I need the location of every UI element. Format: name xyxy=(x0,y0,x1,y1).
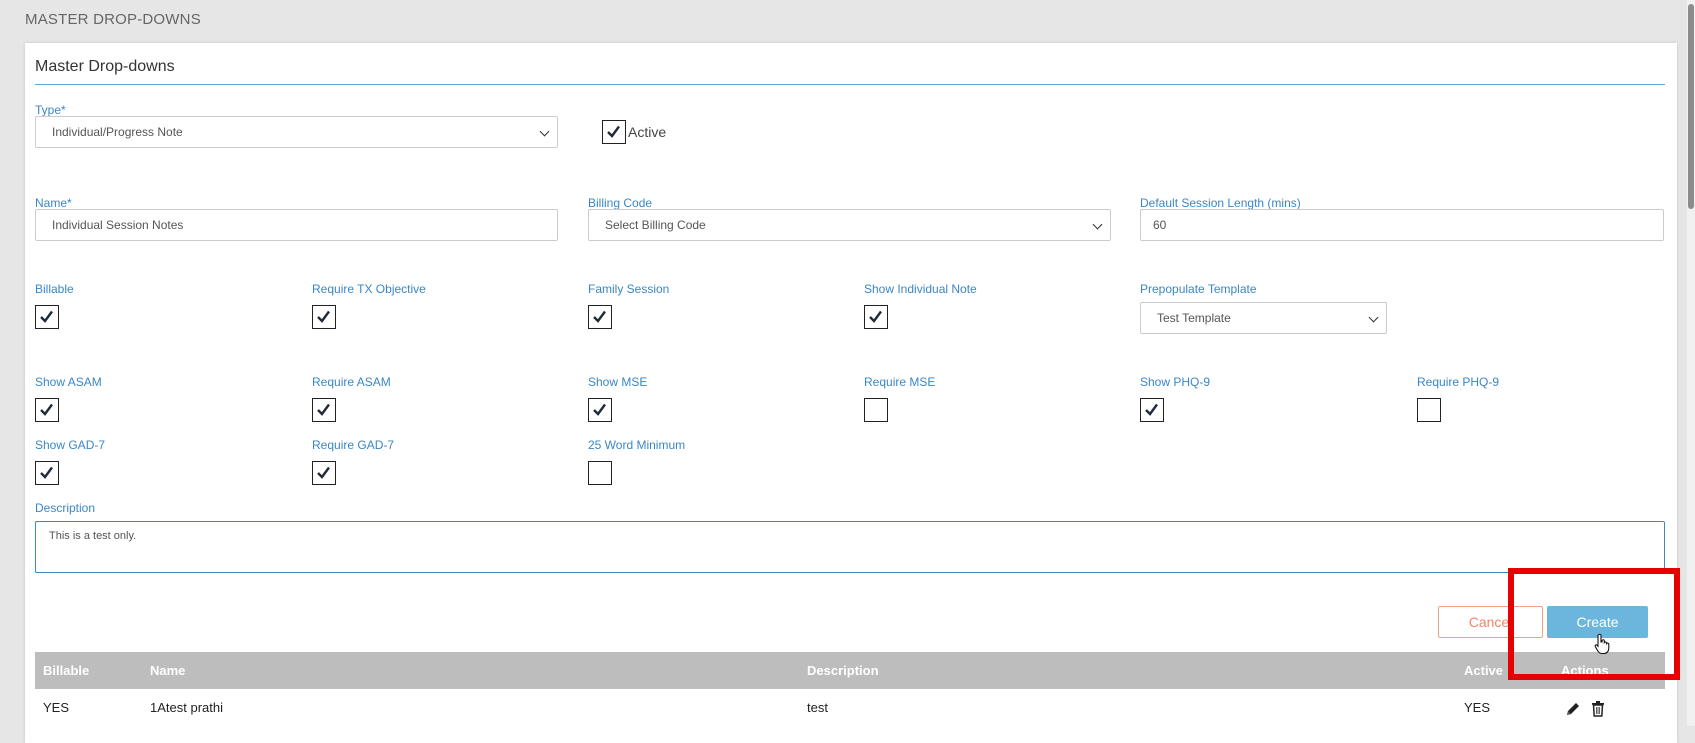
active-label: Active xyxy=(628,124,667,140)
type-select[interactable]: Individual/Progress Note xyxy=(35,116,558,148)
active-checkbox[interactable] xyxy=(602,120,626,144)
check-icon xyxy=(593,403,606,416)
chevron-down-icon xyxy=(1368,312,1379,323)
require-mse-label: Require MSE xyxy=(864,375,936,389)
session-length-input[interactable]: 60 xyxy=(1140,209,1664,241)
cell-billable: YES xyxy=(43,700,70,715)
description-label: Description xyxy=(35,501,96,515)
check-icon xyxy=(40,466,53,479)
check-icon xyxy=(317,403,330,416)
table-header: Billable Name Description Active Actions xyxy=(35,652,1665,689)
description-value: This is a test only. xyxy=(49,530,137,542)
billing-code-select-value: Select Billing Code xyxy=(605,218,706,232)
require-tx-objective-label: Require TX Objective xyxy=(312,282,426,296)
prepopulate-template-select[interactable]: Test Template xyxy=(1140,302,1387,334)
show-mse-label: Show MSE xyxy=(588,375,648,389)
billing-code-label: Billing Code xyxy=(588,196,653,210)
show-asam-label: Show ASAM xyxy=(35,375,102,389)
type-select-value: Individual/Progress Note xyxy=(52,125,183,139)
check-icon xyxy=(40,310,53,323)
require-gad7-label: Require GAD-7 xyxy=(312,438,395,452)
session-length-value: 60 xyxy=(1153,218,1167,232)
show-mse-checkbox[interactable] xyxy=(588,398,612,422)
show-asam-checkbox[interactable] xyxy=(35,398,59,422)
name-input[interactable]: Individual Session Notes xyxy=(35,209,558,241)
check-icon xyxy=(317,466,330,479)
master-dropdowns-panel: Master Drop-downs Type* Individual/Progr… xyxy=(25,43,1677,743)
name-label: Name* xyxy=(35,196,72,210)
require-phq9-checkbox[interactable] xyxy=(1417,398,1441,422)
edit-icon[interactable] xyxy=(1565,701,1581,722)
hand-cursor-icon xyxy=(1594,633,1612,660)
billable-checkbox[interactable] xyxy=(35,305,59,329)
require-asam-label: Require ASAM xyxy=(312,375,391,389)
show-individual-note-label: Show Individual Note xyxy=(864,282,977,296)
highlight-box xyxy=(1508,568,1680,680)
word-minimum-label: 25 Word Minimum xyxy=(588,438,686,452)
chevron-down-icon xyxy=(539,126,550,137)
billable-label: Billable xyxy=(35,282,74,296)
check-icon xyxy=(869,310,882,323)
require-asam-checkbox[interactable] xyxy=(312,398,336,422)
scrollbar-thumb[interactable] xyxy=(1688,4,1694,209)
description-textarea[interactable]: This is a test only. xyxy=(35,521,1665,573)
type-label: Type* xyxy=(35,103,66,117)
title-divider xyxy=(35,84,1665,85)
word-minimum-checkbox[interactable] xyxy=(588,461,612,485)
table-row: YES 1Atest prathi test YES xyxy=(35,689,1665,729)
family-session-label: Family Session xyxy=(588,282,670,296)
name-input-value: Individual Session Notes xyxy=(52,218,184,232)
prepopulate-template-value: Test Template xyxy=(1157,311,1231,325)
family-session-checkbox[interactable] xyxy=(588,305,612,329)
check-icon xyxy=(1145,403,1158,416)
prepopulate-template-label: Prepopulate Template xyxy=(1140,282,1257,296)
show-phq9-label: Show PHQ-9 xyxy=(1140,375,1211,389)
show-gad7-label: Show GAD-7 xyxy=(35,438,106,452)
show-individual-note-checkbox[interactable] xyxy=(864,305,888,329)
check-icon xyxy=(40,403,53,416)
column-header-billable: Billable xyxy=(43,663,90,678)
check-icon xyxy=(607,125,620,138)
check-icon xyxy=(593,310,606,323)
cell-name: 1Atest prathi xyxy=(150,700,223,715)
require-mse-checkbox[interactable] xyxy=(864,398,888,422)
chevron-down-icon xyxy=(1092,219,1103,230)
column-header-active: Active xyxy=(1464,663,1504,678)
show-phq9-checkbox[interactable] xyxy=(1140,398,1164,422)
page-header: MASTER DROP-DOWNS xyxy=(25,11,201,28)
cell-description: test xyxy=(807,700,828,715)
require-gad7-checkbox[interactable] xyxy=(312,461,336,485)
require-tx-objective-checkbox[interactable] xyxy=(312,305,336,329)
require-phq9-label: Require PHQ-9 xyxy=(1417,375,1500,389)
trash-icon[interactable] xyxy=(1590,700,1606,722)
show-gad7-checkbox[interactable] xyxy=(35,461,59,485)
session-length-label: Default Session Length (mins) xyxy=(1140,196,1301,210)
column-header-name: Name xyxy=(150,663,186,678)
check-icon xyxy=(317,310,330,323)
cell-active: YES xyxy=(1464,700,1491,715)
billing-code-select[interactable]: Select Billing Code xyxy=(588,209,1111,241)
column-header-description: Description xyxy=(807,663,879,678)
panel-title: Master Drop-downs xyxy=(35,58,175,75)
